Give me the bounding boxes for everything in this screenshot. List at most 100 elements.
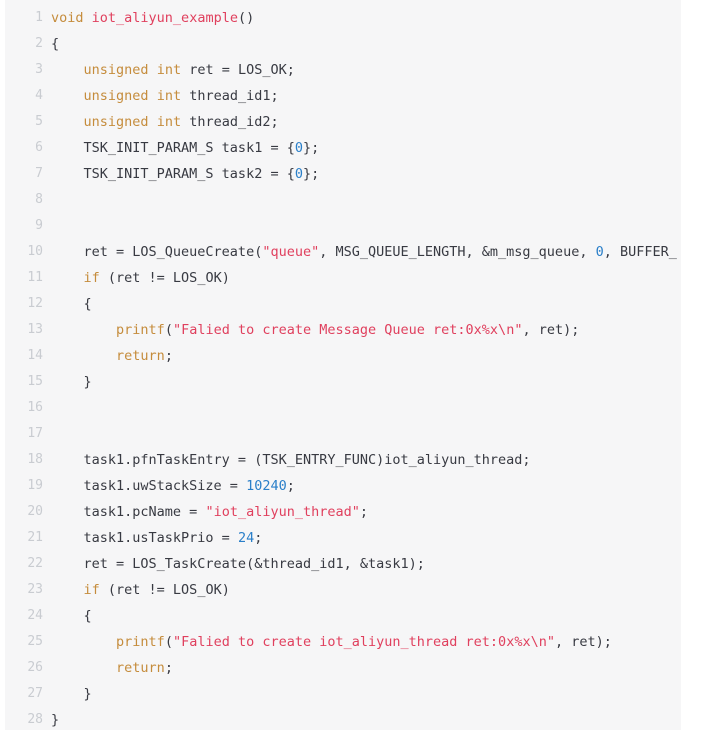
code-token: printf (116, 634, 165, 650)
code-token: void (51, 10, 84, 26)
code-token: thread_id1; (181, 88, 279, 104)
code-line[interactable]: 28} (5, 707, 681, 730)
code-line[interactable]: 10 ret = LOS_QueueCreate("queue", MSG_QU… (5, 239, 681, 265)
line-content: void iot_aliyun_example() (51, 5, 681, 31)
code-token: return (116, 348, 165, 364)
code-token: task1.pfnTaskEntry = (TSK_ENTRY_FUNC)iot… (51, 452, 531, 468)
code-token: } (51, 712, 60, 728)
code-token: 10240 (246, 478, 287, 494)
code-line[interactable]: 4 unsigned int thread_id1; (5, 83, 681, 109)
line-number: 13 (27, 322, 43, 337)
code-line[interactable]: 20 task1.pcName = "iot_aliyun_thread"; (5, 499, 681, 525)
code-line[interactable]: 26 return; (5, 655, 681, 681)
line-number: 10 (27, 244, 43, 259)
code-line[interactable]: 3 unsigned int ret = LOS_OK; (5, 57, 681, 83)
code-token: 0 (595, 244, 604, 260)
code-token: , ret); (554, 634, 612, 650)
code-line[interactable]: 14 return; (5, 343, 681, 369)
code-token: }; (302, 166, 320, 182)
code-token: ret = LOS_TaskCreate(&thread_id1, &task1… (51, 556, 425, 572)
code-token: task1.pcName = (51, 504, 206, 520)
code-token: ; (164, 348, 173, 364)
code-line[interactable]: 6 TSK_INIT_PARAM_S task1 = {0}; (5, 135, 681, 161)
line-content: if (ret != LOS_OK) (51, 265, 681, 291)
line-content: ret = LOS_TaskCreate(&thread_id1, &task1… (51, 551, 681, 577)
code-token: "Falied to create Message Queue ret:0x%x… (172, 322, 523, 338)
code-token: "iot_aliyun_thread" (205, 504, 360, 520)
code-token: ( (164, 634, 173, 650)
code-token: }; (302, 140, 320, 156)
line-content: task1.uwStackSize = 10240; (51, 473, 681, 499)
code-token: ( (164, 322, 173, 338)
code-token: 24 (237, 530, 255, 546)
code-token: int (156, 62, 182, 78)
line-content: { (51, 603, 681, 629)
code-token: (ret != LOS_OK) (99, 270, 230, 286)
code-token: thread_id2; (181, 114, 279, 130)
code-token: { (51, 608, 92, 624)
code-token: unsigned (83, 62, 149, 78)
code-token: ; (164, 660, 173, 676)
line-number: 6 (35, 140, 43, 155)
code-token: task1.usTaskPrio = (51, 530, 238, 546)
line-content: task1.pfnTaskEntry = (TSK_ENTRY_FUNC)iot… (51, 447, 681, 473)
code-line[interactable]: 12 { (5, 291, 681, 317)
line-content: } (51, 681, 681, 707)
line-number: 14 (27, 348, 43, 363)
line-content: { (51, 31, 681, 57)
line-number: 3 (35, 62, 43, 77)
line-content: if (ret != LOS_OK) (51, 577, 681, 603)
code-token: , ret); (522, 322, 580, 338)
code-line[interactable]: 27 } (5, 681, 681, 707)
code-token: } (51, 686, 92, 702)
code-line[interactable]: 15 } (5, 369, 681, 395)
line-number: 5 (35, 114, 43, 129)
code-line[interactable]: 19 task1.uwStackSize = 10240; (5, 473, 681, 499)
code-token: ret = LOS_QueueCreate( (51, 244, 263, 260)
code-token: ; (359, 504, 369, 520)
code-token: ; (286, 478, 295, 494)
code-line[interactable]: 13 printf("Falied to create Message Queu… (5, 317, 681, 343)
code-line[interactable]: 1 void iot_aliyun_example() (5, 5, 681, 31)
line-content: } (51, 369, 681, 395)
code-block[interactable]: 1 void iot_aliyun_example() 2{3 unsigned i… (5, 0, 681, 730)
code-line[interactable]: 21 task1.usTaskPrio = 24; (5, 525, 681, 551)
line-content: task1.pcName = "iot_aliyun_thread"; (51, 499, 681, 525)
code-line[interactable]: 7 TSK_INIT_PARAM_S task2 = {0}; (5, 161, 681, 187)
code-token: , MSG_QUEUE_LENGTH, &m_msg_queue, (319, 244, 596, 260)
code-token: () (237, 10, 255, 26)
line-number: 25 (27, 634, 43, 649)
line-number: 4 (35, 88, 43, 103)
code-token: task1.uwStackSize = (51, 478, 247, 494)
line-content: task1.usTaskPrio = 24; (51, 525, 681, 551)
line-number: 26 (27, 660, 43, 675)
code-line[interactable]: 25 printf("Falied to create iot_aliyun_t… (5, 629, 681, 655)
code-token: 0 (294, 140, 303, 156)
code-token: ret = LOS_OK; (181, 62, 295, 78)
line-content: printf("Falied to create Message Queue r… (51, 317, 681, 343)
code-line[interactable]: 11 if (ret != LOS_OK) (5, 265, 681, 291)
code-line[interactable]: 16 (5, 395, 681, 421)
line-content: { (51, 291, 681, 317)
line-content: ret = LOS_QueueCreate("queue", MSG_QUEUE… (51, 239, 681, 265)
code-line[interactable]: 22 ret = LOS_TaskCreate(&thread_id1, &ta… (5, 551, 681, 577)
code-line[interactable]: 5 unsigned int thread_id2; (5, 109, 681, 135)
line-content: unsigned int thread_id1; (51, 83, 681, 109)
code-line[interactable]: 24 { (5, 603, 681, 629)
code-line[interactable]: 17 (5, 421, 681, 447)
code-line[interactable]: 8 (5, 187, 681, 213)
line-number: 2 (35, 36, 43, 51)
line-number: 16 (27, 400, 43, 415)
code-line[interactable]: 9 (5, 213, 681, 239)
line-number: 28 (27, 712, 43, 727)
code-line[interactable]: 23 if (ret != LOS_OK) (5, 577, 681, 603)
code-line[interactable]: 18 task1.pfnTaskEntry = (TSK_ENTRY_FUNC)… (5, 447, 681, 473)
line-content: } (51, 707, 681, 730)
code-line[interactable]: 2{ (5, 31, 681, 57)
code-token: iot_aliyun_example (91, 10, 238, 26)
